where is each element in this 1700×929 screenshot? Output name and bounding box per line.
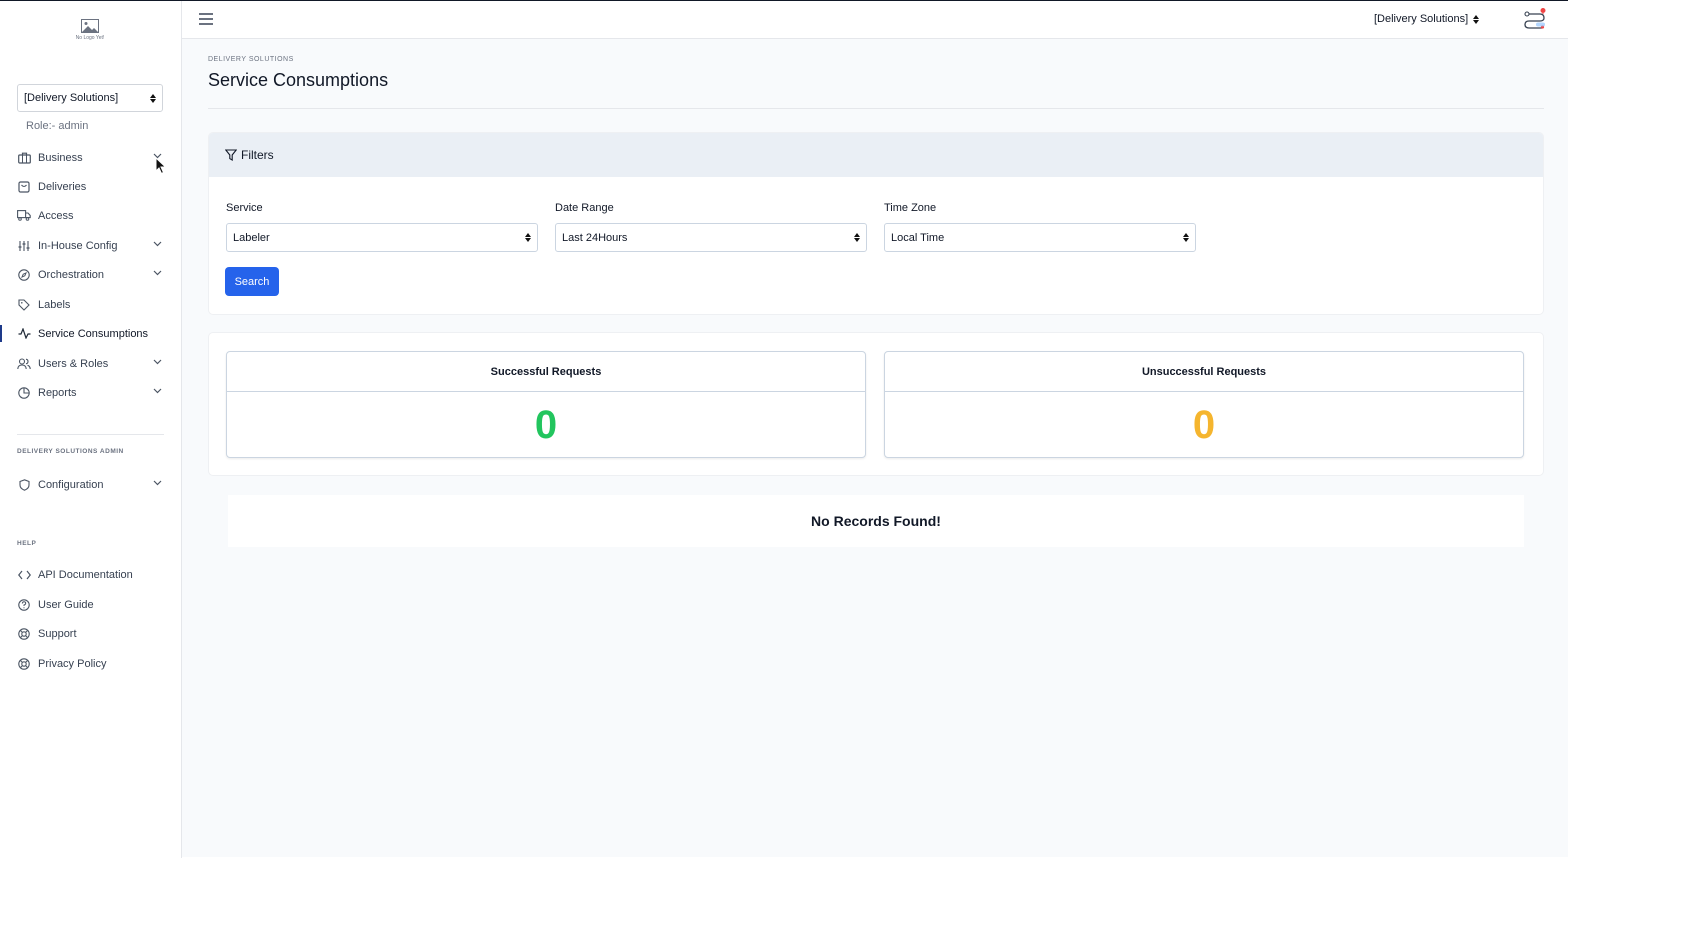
sidebar-item-service-consumptions[interactable]: Service Consumptions [0,319,182,348]
route-icon[interactable] [1522,7,1548,31]
logo: No Logo Yet! [70,19,110,47]
sidebar-item-label: Access [38,209,74,222]
filters-card: Filters Service Labeler Date Range Last … [209,133,1543,314]
select-arrows-icon [150,93,156,103]
stats-card: Successful Requests 0 Unsuccessful Reque… [209,333,1543,475]
org-switcher[interactable]: [Delivery Solutions] [1374,13,1480,25]
sidebar-item-label: Deliveries [38,180,87,193]
sidebar-item-label: Support [38,627,77,640]
logo-text: No Logo Yet! [75,35,105,41]
filters-title: Filters [241,148,274,162]
sliders-icon [17,239,31,253]
sidebar-item-configuration[interactable]: Configuration [0,470,182,499]
user-role: Role:- admin [26,120,89,132]
unsuccessful-requests-count: 0 [1192,402,1216,447]
chevron-down-icon[interactable] [153,388,162,394]
sidebar-item-users-roles[interactable]: Users & Roles [0,349,182,378]
chevron-down-icon[interactable] [153,241,162,247]
select-arrows-icon [1473,14,1480,24]
sidebar-item-label: Service Consumptions [38,327,149,340]
filter-icon [225,149,237,161]
section-label-help: HELP [17,540,37,547]
time-zone-select[interactable]: Local Time [884,223,1196,252]
service-label: Service [226,202,263,214]
sidebar-item-label: Users & Roles [38,357,109,370]
page-title: Service Consumptions [208,70,389,90]
pie-chart-icon [17,386,31,400]
compass-icon [17,268,31,282]
sidebar-item-label: Orchestration [38,268,105,281]
shield-icon [17,478,31,492]
app-window: No Logo Yet! [Delivery Solutions] Role:-… [0,0,1568,858]
tag-icon [17,298,31,312]
sidebar-item-support[interactable]: Support [0,619,182,648]
sidebar-item-labels[interactable]: Labels [0,290,182,319]
unsuccessful-requests-title: Unsuccessful Requests [885,352,1523,392]
select-arrows-icon [1183,233,1189,242]
life-buoy-icon [17,627,31,641]
sidebar: No Logo Yet! [Delivery Solutions] Role:-… [0,1,182,858]
sidebar-item-label: In-House Config [38,239,118,252]
truck-icon [17,209,31,223]
screen-frame: No Logo Yet! [Delivery Solutions] Role:-… [0,0,1700,929]
sidebar-item-label: Configuration [38,478,104,491]
time-zone-select-value: Local Time [891,231,945,244]
date-range-select[interactable]: Last 24Hours [555,223,867,252]
sidebar-item-reports[interactable]: Reports [0,378,182,407]
briefcase-icon [17,151,31,165]
image-placeholder-icon [81,19,99,33]
org-select[interactable]: [Delivery Solutions] [17,84,163,112]
empty-state-message: No Records Found! [228,495,1524,547]
select-arrows-icon [525,233,531,242]
service-select[interactable]: Labeler [226,223,538,252]
sidebar-item-label: API Documentation [38,568,133,581]
sidebar-item-label: Privacy Policy [38,657,107,670]
activity-icon [17,327,31,341]
unsuccessful-requests-panel: Unsuccessful Requests 0 [884,351,1524,458]
sidebar-item-orchestration[interactable]: Orchestration [0,260,182,289]
life-buoy-icon [17,657,31,671]
help-circle-icon [17,598,31,612]
sidebar-item-access[interactable]: Access [0,201,182,230]
sidebar-item-label: User Guide [38,598,94,611]
time-zone-label: Time Zone [884,202,937,214]
title-divider [208,108,1544,109]
users-icon [17,357,31,371]
chevron-down-icon[interactable] [153,480,162,486]
code-icon [17,568,31,582]
successful-requests-panel: Successful Requests 0 [226,351,866,458]
sidebar-divider [17,434,164,435]
service-select-value: Labeler [233,231,270,244]
select-arrows-icon [854,233,860,242]
sidebar-item-label: Reports [38,386,77,399]
successful-requests-count: 0 [534,402,558,447]
date-range-select-value: Last 24Hours [562,231,628,244]
sidebar-item-api-documentation[interactable]: API Documentation [0,560,182,589]
sidebar-item-privacy-policy[interactable]: Privacy Policy [0,649,182,678]
sidebar-item-user-guide[interactable]: User Guide [0,590,182,619]
breadcrumb: DELIVERY SOLUTIONS [208,56,294,63]
sidebar-item-label: Business [38,151,83,164]
filters-header: Filters [209,133,1543,177]
search-button[interactable]: Search [225,267,279,296]
topbar: [Delivery Solutions] [182,1,1568,39]
menu-icon[interactable] [199,13,213,25]
sidebar-item-label: Labels [38,298,71,311]
sidebar-item-deliveries[interactable]: Deliveries [0,172,182,201]
chevron-down-icon[interactable] [153,359,162,365]
successful-requests-title: Successful Requests [227,352,865,392]
date-range-label: Date Range [555,202,614,214]
sidebar-item-in-house-config[interactable]: In-House Config [0,231,182,260]
org-select-value: [Delivery Solutions] [24,92,119,104]
mouse-cursor-icon [155,157,167,175]
chevron-down-icon[interactable] [153,270,162,276]
org-switcher-label: [Delivery Solutions] [1374,13,1469,25]
package-icon [17,180,31,194]
section-label-admin: DELIVERY SOLUTIONS ADMIN [17,448,124,455]
